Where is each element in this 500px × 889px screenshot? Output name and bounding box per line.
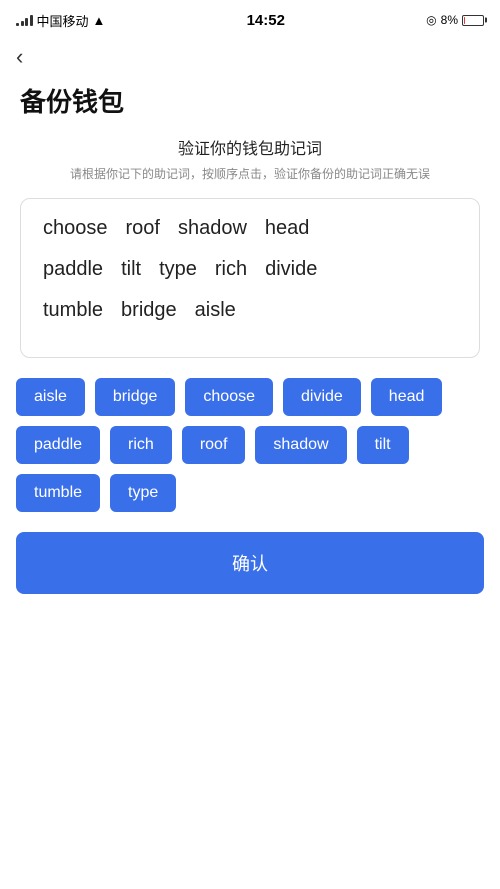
- time-label: 14:52: [247, 12, 285, 29]
- word-chip[interactable]: shadow: [255, 426, 346, 464]
- word-chip[interactable]: aisle: [16, 378, 85, 416]
- battery-percent: 8%: [441, 13, 458, 27]
- status-right: ◎ 8%: [426, 13, 484, 27]
- word-chip[interactable]: choose: [185, 378, 273, 416]
- status-left: 中国移动 ▲: [16, 11, 105, 30]
- display-word: tumble: [43, 299, 103, 322]
- section-desc: 请根据你记下的助记词，按顺序点击，验证你备份的助记词正确无误: [0, 165, 500, 184]
- display-word: choose: [43, 217, 108, 240]
- word-chip[interactable]: rich: [110, 426, 172, 464]
- battery-icon: [462, 15, 484, 26]
- signal-ring-icon: ◎: [426, 13, 436, 27]
- word-chip[interactable]: divide: [283, 378, 361, 416]
- word-chip[interactable]: tumble: [16, 474, 100, 512]
- display-word: tilt: [121, 258, 141, 281]
- word-chip[interactable]: paddle: [16, 426, 100, 464]
- display-word: type: [159, 258, 197, 281]
- status-bar: 中国移动 ▲ 14:52 ◎ 8%: [0, 0, 500, 36]
- word-row: paddle tilt type rich divide: [43, 258, 457, 281]
- section-heading: 验证你的钱包助记词: [0, 135, 500, 159]
- display-word: divide: [265, 258, 317, 281]
- wifi-icon: ▲: [93, 13, 106, 28]
- word-row: choose roof shadow head: [43, 217, 457, 240]
- display-word: paddle: [43, 258, 103, 281]
- display-word: shadow: [178, 217, 247, 240]
- word-chip[interactable]: roof: [182, 426, 246, 464]
- word-row: tumble bridge aisle: [43, 299, 457, 322]
- word-display-box: choose roof shadow head paddle tilt type richdi…: [20, 198, 480, 358]
- word-chip[interactable]: type: [110, 474, 176, 512]
- word-chip[interactable]: head: [371, 378, 443, 416]
- carrier-label: 中国移动: [37, 11, 89, 30]
- word-chip[interactable]: tilt: [357, 426, 409, 464]
- chips-section: aisle bridge choose divide head paddle richroo…: [0, 378, 500, 512]
- display-word: roof: [126, 217, 160, 240]
- display-word: bridge: [121, 299, 177, 322]
- back-button[interactable]: ‹: [0, 36, 39, 74]
- display-word: rich: [215, 258, 247, 281]
- confirm-button[interactable]: 确认: [16, 532, 484, 594]
- display-word: aisle: [195, 299, 236, 322]
- word-chip[interactable]: bridge: [95, 378, 175, 416]
- signal-icon: [16, 14, 33, 26]
- page-title: 备份钱包: [0, 74, 500, 135]
- display-word: head: [265, 217, 310, 240]
